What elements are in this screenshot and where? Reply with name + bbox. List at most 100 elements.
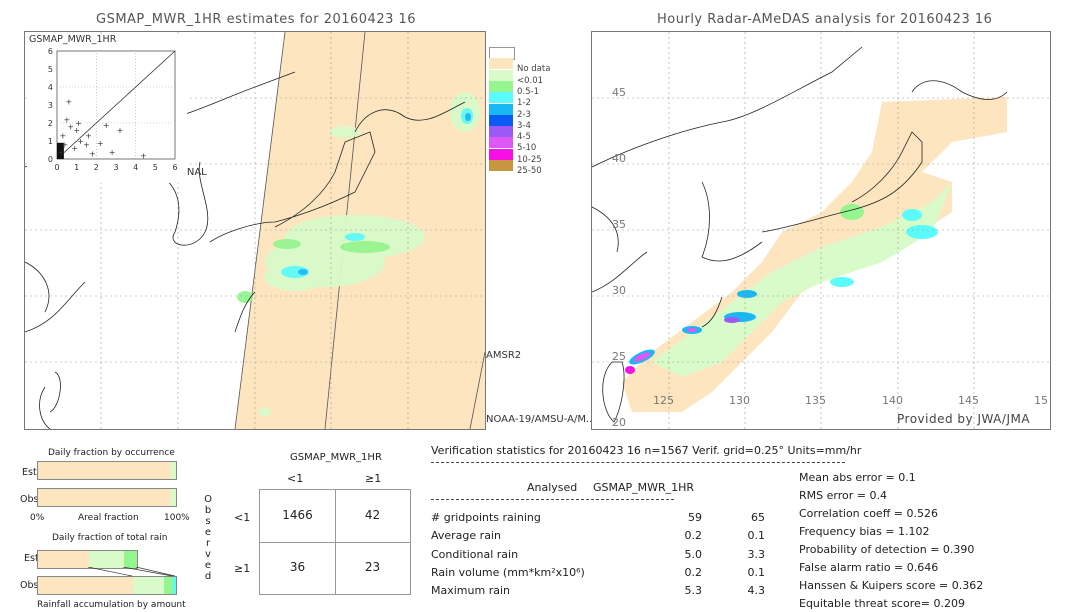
stat-analysed: 0.2	[684, 529, 703, 543]
lon-label: 140	[882, 394, 903, 407]
legend-swatch	[489, 137, 513, 149]
occurrence-axis-mid: Areal fraction	[78, 513, 139, 523]
legend-item: <0.01	[489, 69, 589, 86]
right-map-svg	[592, 32, 1050, 429]
stat-analysed: 59	[688, 511, 702, 524]
contingency-header: GSMAP_MWR_1HR	[290, 452, 382, 463]
scatter-point: +	[65, 97, 72, 106]
fraction-segment	[38, 551, 90, 568]
scatter-ytick: 5	[48, 65, 53, 74]
legend-label: 25-50	[517, 166, 542, 176]
stat-estimate: 3.3	[747, 547, 766, 561]
stat-label: Average rain	[431, 529, 501, 543]
lon-label: 145	[958, 394, 979, 407]
stat-label: # gridpoints raining	[431, 511, 541, 524]
right-map-panel: 45 40 35 30 25 20 125 130 135 140 145 15 Provided …	[591, 31, 1051, 430]
scatter-xtick: 5	[153, 163, 158, 172]
legend-item: 4-5	[489, 126, 589, 142]
lat-label: 35	[612, 218, 626, 231]
score-item: False alarm ratio = 0.646	[799, 561, 939, 574]
scatter-xtick: 1	[74, 163, 79, 172]
cell-miss: 36	[289, 560, 306, 574]
stat-analysed: 5.0	[684, 547, 703, 561]
scatter-point: +	[97, 139, 104, 148]
side-label-char: d	[204, 571, 212, 582]
stat-estimate: 0.1	[747, 529, 766, 543]
scatter-point: +	[103, 121, 110, 130]
scatter-point: +	[89, 150, 96, 159]
legend-item: 3-4	[489, 114, 589, 131]
fraction-segment	[38, 489, 172, 506]
legend-swatch	[489, 160, 513, 171]
fraction-segment	[173, 577, 176, 594]
stats-col-estimate: GSMAP_MWR_1HR	[593, 481, 695, 494]
total-rain-connectors	[87, 567, 176, 577]
cell-hits-neg: 1466	[282, 508, 313, 522]
legend-swatch	[489, 148, 513, 160]
lon-label: 15	[1034, 394, 1048, 407]
fraction-segment	[171, 462, 176, 479]
scatter-xtick: 3	[113, 163, 118, 172]
stats-header: Verification statistics for 20160423 16 …	[431, 444, 862, 457]
score-item: Probability of detection = 0.390	[799, 543, 975, 556]
stats-col-divider	[431, 499, 674, 500]
cell-false-alarm: 42	[364, 508, 381, 522]
side-label-char: r	[205, 538, 211, 549]
scatter-point: +	[71, 144, 78, 153]
legend-swatch	[489, 80, 513, 92]
lon-label: 135	[805, 394, 826, 407]
total-rain-obs-label: Obs	[20, 580, 39, 591]
contingency-row-ge1: ≥1	[234, 562, 251, 575]
contingency-row-lt1: <1	[234, 511, 251, 524]
lat-label: 45	[612, 86, 626, 99]
radar-coverage	[622, 97, 1007, 412]
legend-swatch	[489, 92, 513, 104]
side-label-char: e	[204, 560, 212, 571]
occurrence-title: Daily fraction by occurrence	[48, 448, 175, 458]
stat-estimate: 0.1	[747, 565, 766, 579]
score-item: Hanssen & Kuipers score = 0.362	[799, 579, 984, 592]
scatter-ylabel: GSMAP_MWR_1HR	[29, 34, 117, 45]
lon-label: 125	[653, 394, 674, 407]
legend-item: 5-10	[489, 137, 589, 153]
score-item: Frequency bias = 1.102	[799, 525, 930, 538]
legend-item: 0.5-1	[489, 80, 589, 97]
fraction-segment	[38, 462, 172, 479]
legend-swatch	[489, 58, 513, 70]
scatter-xtick: 4	[133, 163, 138, 172]
total-rain-obs-bar	[37, 576, 177, 595]
stat-analysed: 5.3	[684, 584, 703, 598]
color-legend: No data <0.01 0.5-1 1-2 2-3 3-4 4-5 5-10 10-25 25…	[489, 47, 579, 187]
left-map-title: GSMAP_MWR_1HR estimates for 20160423 16	[96, 12, 417, 27]
legend-item: 2-3	[489, 103, 589, 120]
legend-item	[489, 47, 589, 60]
legend-item: 1-2	[489, 92, 589, 108]
swath-label-noaa: NOAA-19/AMSU-A/M...	[486, 414, 596, 425]
scatter-point: +	[83, 141, 90, 150]
stat-label: Maximum rain	[431, 584, 510, 598]
fraction-segment	[133, 577, 164, 594]
left-map-panel: ANAL GSMAP_MWR_1HR 0 0 1 1 2 2 3 3 4 4 5 5 6 6 + + + + + + +…	[24, 31, 486, 430]
occurrence-obs-bar	[37, 488, 177, 507]
scatter-point: +	[140, 151, 147, 160]
scatter-point: +	[109, 148, 116, 157]
observed-side-label: Observed	[203, 494, 213, 582]
legend-item: 10-25	[489, 148, 589, 165]
contingency-col-lt1: <1	[287, 472, 304, 485]
cell-hit: 23	[364, 560, 381, 574]
scatter-plot: 00112233445566+++ +++ +++++++++++ +	[48, 47, 178, 172]
fraction-segment	[124, 551, 138, 568]
score-item: Equitable threat score= 0.209	[799, 597, 965, 610]
stat-estimate: 4.3	[747, 584, 766, 598]
scatter-xtick: 2	[94, 163, 99, 172]
legend-swatch	[489, 69, 513, 81]
scatter-point: +	[75, 119, 82, 128]
scatter-xtick: 6	[172, 163, 177, 172]
scatter-ytick: 3	[48, 101, 53, 110]
right-map-title: Hourly Radar-AMeDAS analysis for 2016042…	[657, 12, 993, 27]
credit-text: Provided by JWA/JMA	[897, 412, 1031, 426]
occurrence-axis-right: 100%	[164, 513, 190, 523]
occurrence-obs-label: Obs	[20, 494, 39, 505]
side-label-char: b	[204, 505, 212, 516]
total-rain-title: Daily fraction of total rain	[52, 533, 168, 543]
